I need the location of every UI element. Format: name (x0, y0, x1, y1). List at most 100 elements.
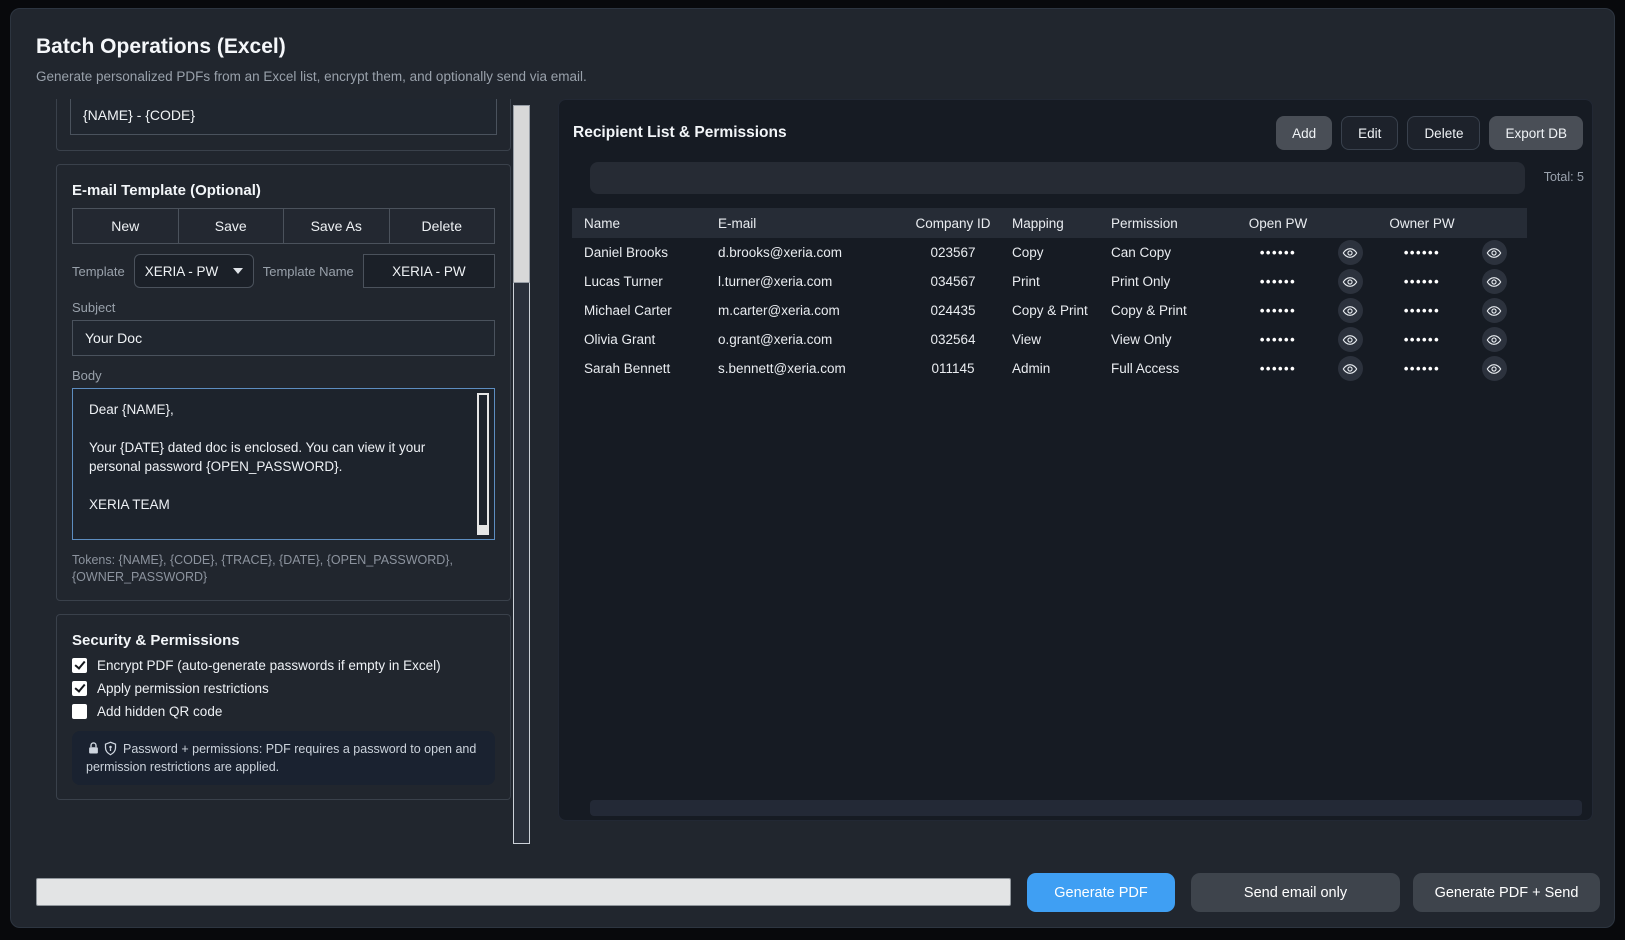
cell-owner-pw-mask: •••••• (1371, 303, 1473, 318)
subject-input[interactable]: Your Doc (72, 320, 495, 356)
template-name-value: XERIA - PW (392, 264, 466, 279)
template-dropdown-value: XERIA - PW (145, 264, 219, 279)
template-delete-button[interactable]: Delete (389, 208, 496, 244)
qr-code-checkbox-row[interactable]: Add hidden QR code (72, 704, 495, 719)
cell-open-pw-mask: •••••• (1227, 274, 1329, 289)
reveal-owner-pw-button[interactable] (1482, 269, 1507, 294)
page-title: Batch Operations (Excel) (36, 35, 286, 59)
reveal-owner-pw-button[interactable] (1482, 356, 1507, 381)
table-row[interactable]: Sarah Bennett s.bennett@xeria.com 011145… (584, 354, 1515, 383)
body-scrollbar-thumb[interactable] (479, 525, 487, 533)
col-permission: Permission (1111, 216, 1227, 231)
table-horizontal-scrollbar[interactable] (590, 800, 1582, 816)
security-title: Security & Permissions (72, 631, 495, 650)
total-count-label: Total: 5 (1544, 170, 1584, 184)
body-textarea[interactable]: Dear {NAME}, Your {DATE} dated doc is en… (72, 388, 495, 540)
reveal-open-pw-button[interactable] (1338, 240, 1363, 265)
template-label: Template (72, 264, 125, 279)
encrypt-pdf-checkbox-row[interactable]: Encrypt PDF (auto-generate passwords if … (72, 658, 495, 673)
col-email: E-mail (718, 216, 894, 231)
generate-pdf-button[interactable]: Generate PDF (1027, 873, 1175, 912)
page-subtitle: Generate personalized PDFs from an Excel… (36, 69, 587, 84)
reveal-owner-pw-button[interactable] (1482, 240, 1507, 265)
edit-recipient-button[interactable]: Edit (1341, 116, 1398, 150)
cell-name: Michael Carter (584, 303, 718, 318)
cell-open-pw-mask: •••••• (1227, 361, 1329, 376)
template-save-as-button[interactable]: Save As (283, 208, 390, 244)
qr-code-checkbox[interactable] (72, 704, 87, 719)
table-row[interactable]: Olivia Grant o.grant@xeria.com 032564 Vi… (584, 325, 1515, 354)
apply-permissions-checkbox[interactable] (72, 681, 87, 696)
template-dropdown[interactable]: XERIA - PW (134, 254, 254, 288)
col-name: Name (584, 216, 718, 231)
email-template-title: E-mail Template (Optional) (72, 181, 495, 200)
cell-email: m.carter@xeria.com (718, 303, 894, 318)
cell-open-pw-mask: •••••• (1227, 245, 1329, 260)
generate-pdf-send-button[interactable]: Generate PDF + Send (1413, 873, 1600, 912)
reveal-open-pw-button[interactable] (1338, 269, 1363, 294)
add-recipient-button[interactable]: Add (1276, 116, 1332, 150)
apply-permissions-checkbox-row[interactable]: Apply permission restrictions (72, 681, 495, 696)
security-info-text: Password + permissions: PDF requires a p… (86, 742, 476, 774)
cell-email: o.grant@xeria.com (718, 332, 894, 347)
reveal-open-pw-button[interactable] (1338, 356, 1363, 381)
cell-permission: Can Copy (1111, 245, 1227, 260)
col-company-id: Company ID (894, 216, 1012, 231)
filename-pattern-input[interactable]: {NAME} - {CODE} (70, 99, 497, 135)
send-email-only-button[interactable]: Send email only (1191, 873, 1400, 912)
body-scrollbar[interactable] (477, 393, 489, 535)
security-info-note: Password + permissions: PDF requires a p… (72, 731, 495, 785)
apply-permissions-label: Apply permission restrictions (97, 681, 269, 696)
cell-mapping: View (1012, 332, 1111, 347)
eye-icon (1342, 332, 1358, 348)
eye-icon (1342, 274, 1358, 290)
cell-email: l.turner@xeria.com (718, 274, 894, 289)
chevron-down-icon (233, 268, 243, 274)
eye-icon (1342, 361, 1358, 377)
reveal-open-pw-button[interactable] (1338, 327, 1363, 352)
template-new-button[interactable]: New (72, 208, 179, 244)
reveal-owner-pw-button[interactable] (1482, 298, 1507, 323)
left-panel-scrollbar[interactable] (513, 105, 530, 844)
cell-company-id: 024435 (894, 303, 1012, 318)
cell-permission: View Only (1111, 332, 1227, 347)
template-select-row: Template XERIA - PW Template Name XERIA … (72, 254, 495, 288)
cell-permission: Copy & Print (1111, 303, 1227, 318)
progress-bar (36, 878, 1011, 906)
left-panel-scrollbar-thumb[interactable] (513, 105, 530, 283)
template-save-button[interactable]: Save (178, 208, 285, 244)
cell-mapping: Copy (1012, 245, 1111, 260)
template-name-input[interactable]: XERIA - PW (363, 254, 495, 288)
cell-name: Daniel Brooks (584, 245, 718, 260)
eye-icon (1486, 274, 1502, 290)
recipient-actions: Add Edit Delete Export DB (1276, 116, 1583, 150)
qr-code-label: Add hidden QR code (97, 704, 222, 719)
table-row[interactable]: Lucas Turner l.turner@xeria.com 034567 P… (584, 267, 1515, 296)
eye-icon (1486, 303, 1502, 319)
eye-icon (1486, 361, 1502, 377)
cell-permission: Print Only (1111, 274, 1227, 289)
template-button-row: New Save Save As Delete (72, 208, 495, 244)
body-value: Dear {NAME}, Your {DATE} dated doc is en… (89, 400, 464, 514)
cell-name: Olivia Grant (584, 332, 718, 347)
encrypt-pdf-label: Encrypt PDF (auto-generate passwords if … (97, 658, 441, 673)
cell-email: d.brooks@xeria.com (718, 245, 894, 260)
eye-icon (1486, 245, 1502, 261)
export-db-button[interactable]: Export DB (1489, 116, 1583, 150)
shield-icon (103, 741, 118, 756)
table-row[interactable]: Daniel Brooks d.brooks@xeria.com 023567 … (584, 238, 1515, 267)
recipient-panel-title: Recipient List & Permissions (573, 124, 787, 142)
encrypt-pdf-checkbox[interactable] (72, 658, 87, 673)
template-name-label: Template Name (263, 264, 354, 279)
cell-owner-pw-mask: •••••• (1371, 361, 1473, 376)
batch-operations-window: Batch Operations (Excel) Generate person… (10, 8, 1615, 928)
reveal-owner-pw-button[interactable] (1482, 327, 1507, 352)
security-permissions-section: Security & Permissions Encrypt PDF (auto… (56, 614, 511, 800)
table-row[interactable]: Michael Carter m.carter@xeria.com 024435… (584, 296, 1515, 325)
delete-recipient-button[interactable]: Delete (1407, 116, 1480, 150)
recipient-search-input[interactable] (590, 162, 1525, 194)
recipient-table-body: Daniel Brooks d.brooks@xeria.com 023567 … (572, 238, 1527, 383)
reveal-open-pw-button[interactable] (1338, 298, 1363, 323)
tokens-note: Tokens: {NAME}, {CODE}, {TRACE}, {DATE},… (72, 552, 495, 586)
cell-mapping: Admin (1012, 361, 1111, 376)
